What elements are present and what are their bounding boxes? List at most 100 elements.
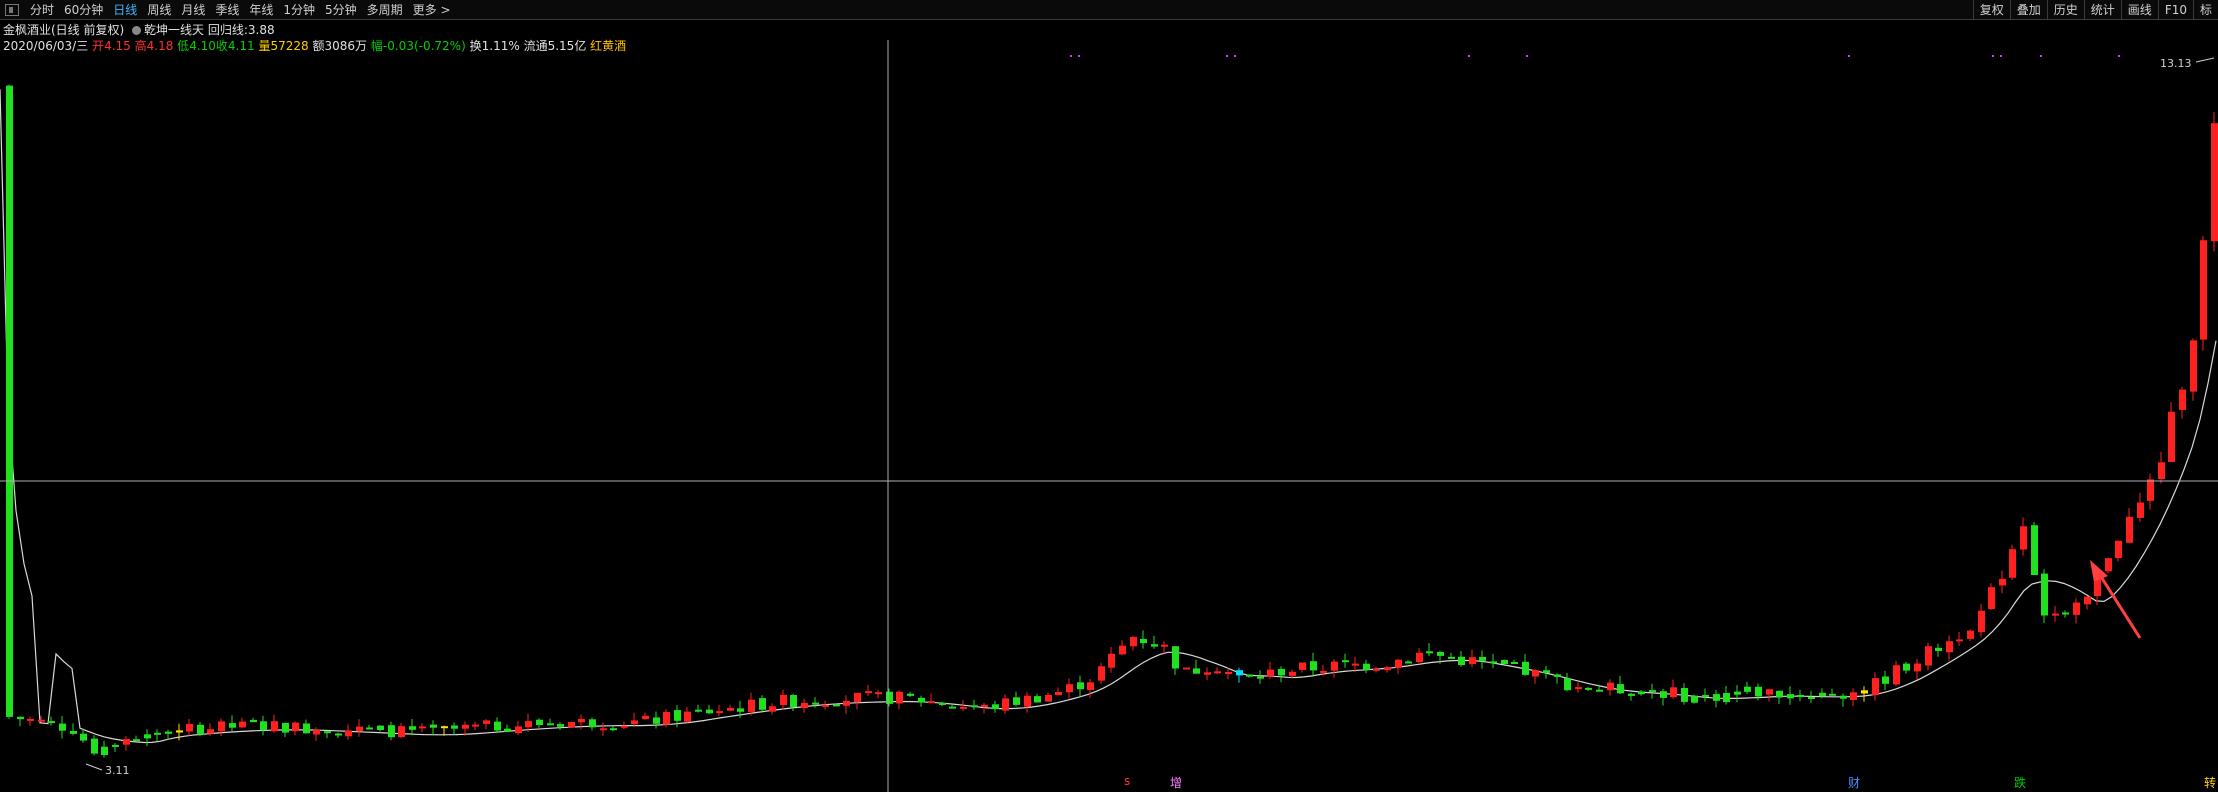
candle-body-51 xyxy=(547,723,554,726)
candle-body-66 xyxy=(706,709,713,714)
candle-body-79 xyxy=(843,700,850,706)
candle-body-121 xyxy=(1289,671,1296,676)
candle-body-147 xyxy=(1564,678,1571,691)
candle-body-96 xyxy=(1024,695,1031,707)
candle-body-24 xyxy=(260,721,267,731)
candle-body-105 xyxy=(1119,645,1126,655)
candle-body-152 xyxy=(1617,684,1624,694)
candle-body-44 xyxy=(472,724,479,727)
candle-body-174 xyxy=(1850,692,1857,700)
candle-body-202 xyxy=(2147,479,2154,501)
candle-body-23 xyxy=(250,719,257,723)
candle-body-146 xyxy=(1554,674,1561,677)
candle-body-193 xyxy=(2052,613,2059,616)
candle-body-186 xyxy=(1978,610,1985,633)
candle-body-123 xyxy=(1310,661,1317,671)
top-marker-9 xyxy=(2040,55,2042,57)
candle-body-138 xyxy=(1469,657,1476,665)
candle-body-61 xyxy=(653,717,660,724)
candle-body-133 xyxy=(1416,652,1423,663)
candle-body-150 xyxy=(1596,689,1603,692)
candle-body-118 xyxy=(1257,676,1264,679)
candle-body-108 xyxy=(1151,644,1158,647)
candle-body-48 xyxy=(515,726,522,734)
candle-body-189 xyxy=(2009,549,2016,578)
candle-body-110 xyxy=(1172,646,1179,669)
candle-body-207 xyxy=(2200,240,2207,340)
candle-body-71 xyxy=(759,698,766,710)
kline-chart[interactable]: 13.13 3.11 xyxy=(0,0,2218,792)
candle-body-149 xyxy=(1585,687,1592,690)
candle-body-64 xyxy=(684,711,691,722)
candle-body-167 xyxy=(1776,690,1783,698)
annotation-arrow-shaft xyxy=(2096,571,2142,639)
candle-body-2 xyxy=(27,718,34,721)
candle-body-120 xyxy=(1278,668,1285,676)
candle-body-195 xyxy=(2073,602,2080,615)
candle-body-107 xyxy=(1140,638,1147,644)
candle-body-125 xyxy=(1331,661,1338,671)
candle-body-77 xyxy=(822,704,829,707)
min-price-pointer xyxy=(85,763,103,771)
candle-body-15 xyxy=(165,731,172,734)
candle-body-45 xyxy=(483,720,490,724)
candle-body-78 xyxy=(833,704,840,707)
candle-body-75 xyxy=(801,702,808,708)
top-marker-7 xyxy=(1992,55,1994,57)
candle-body-140 xyxy=(1490,661,1497,664)
candle-body-137 xyxy=(1458,656,1465,665)
candle-body-76 xyxy=(812,702,819,705)
candle-body-139 xyxy=(1479,656,1486,661)
candle-body-60 xyxy=(642,715,649,720)
candle-body-172 xyxy=(1829,693,1836,696)
candle-body-141 xyxy=(1501,659,1508,664)
candle-body-101 xyxy=(1077,682,1084,690)
candle-body-158 xyxy=(1681,688,1688,702)
candle-body-42 xyxy=(451,725,458,729)
top-marker-8 xyxy=(2000,55,2002,57)
candle-body-154 xyxy=(1638,691,1645,695)
top-marker-2 xyxy=(1226,55,1228,57)
candle-body-104 xyxy=(1108,653,1115,668)
min-price-label: 3.11 xyxy=(105,764,130,777)
candle-body-200 xyxy=(2126,516,2133,543)
candle-body-182 xyxy=(1935,647,1942,651)
candle-body-173 xyxy=(1840,695,1847,699)
candle-body-164 xyxy=(1744,686,1751,692)
candle-body-163 xyxy=(1734,691,1741,695)
candle-body-183 xyxy=(1946,641,1953,653)
candle-body-62 xyxy=(663,711,670,725)
candle-body-57 xyxy=(610,728,617,731)
candle-body-199 xyxy=(2115,540,2122,559)
candle-body-97 xyxy=(1034,696,1041,703)
candle-body-43 xyxy=(462,724,469,729)
candle-body-50 xyxy=(536,719,543,725)
candle-body-32 xyxy=(345,730,352,737)
max-price-label: 13.13 xyxy=(2160,57,2192,70)
candle-body-184 xyxy=(1956,639,1963,642)
candle-body-179 xyxy=(1903,663,1910,671)
candle-body-190 xyxy=(2020,526,2027,550)
candle-body-39 xyxy=(419,726,426,729)
candle-body-119 xyxy=(1267,669,1274,677)
candle-body-38 xyxy=(409,726,416,730)
candle-body-29 xyxy=(313,729,320,735)
candle-body-35 xyxy=(377,725,384,730)
candle-body-129 xyxy=(1373,668,1380,671)
candle-body-187 xyxy=(1988,587,1995,610)
candle-body-117 xyxy=(1246,674,1253,677)
candle-body-188 xyxy=(1999,578,2006,586)
candle-body-27 xyxy=(292,722,299,732)
candle-body-52 xyxy=(557,724,564,727)
candle-body-41 xyxy=(441,726,448,729)
candle-body-46 xyxy=(494,721,501,731)
candle-body-63 xyxy=(674,710,681,721)
candle-body-144 xyxy=(1532,670,1539,677)
top-marker-0 xyxy=(1070,55,1072,57)
top-marker-3 xyxy=(1234,55,1236,57)
candle-body-69 xyxy=(737,708,744,712)
candle-body-7 xyxy=(80,733,87,741)
candle-body-201 xyxy=(2137,502,2144,518)
candle-body-37 xyxy=(398,726,405,738)
candle-body-14 xyxy=(154,732,161,735)
